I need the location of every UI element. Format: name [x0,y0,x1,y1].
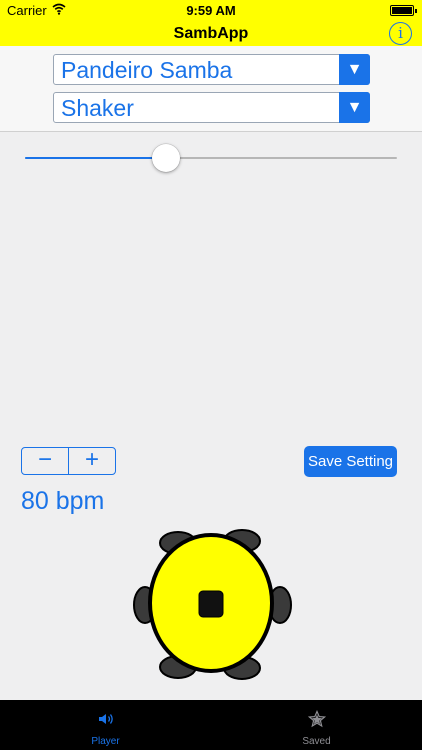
tempo-stepper[interactable]: − + [21,447,116,475]
status-time: 9:59 AM [186,3,236,18]
star-icon [307,710,326,728]
tab-player-label: Player [91,736,120,747]
selector-panel: Pandeiro Samba ▼ Shaker ▼ [0,46,422,132]
instrument-dropdown-value: Shaker [61,95,134,121]
tab-bar: Player Saved [0,700,422,750]
status-bar: Carrier 9:59 AM [0,0,422,22]
pandeiro-drum-button[interactable] [132,525,292,685]
slider-track-fill [25,157,167,159]
tab-saved[interactable]: Saved [211,700,422,750]
instrument-dropdown[interactable]: Shaker ▼ [53,92,370,123]
chevron-down-icon[interactable]: ▼ [339,54,370,85]
battery-icon [390,5,417,16]
decrement-button[interactable]: − [22,448,68,474]
page-title: SambApp [173,25,249,42]
speaker-icon [98,714,113,724]
chevron-down-icon[interactable]: ▼ [339,92,370,123]
navigation-bar: SambApp i [0,22,422,46]
drum-center-icon [198,590,224,618]
save-setting-button[interactable]: Save Setting [304,446,397,477]
tab-player[interactable]: Player [0,700,211,750]
rhythm-dropdown-value: Pandeiro Samba [61,57,233,83]
info-icon[interactable]: i [389,22,412,45]
volume-slider[interactable] [25,143,397,173]
increment-button[interactable]: + [68,448,115,474]
slider-thumb[interactable] [152,144,181,172]
tab-saved-label: Saved [302,736,331,747]
tempo-label: 80 bpm [21,487,105,515]
rhythm-dropdown[interactable]: Pandeiro Samba ▼ [53,54,370,85]
